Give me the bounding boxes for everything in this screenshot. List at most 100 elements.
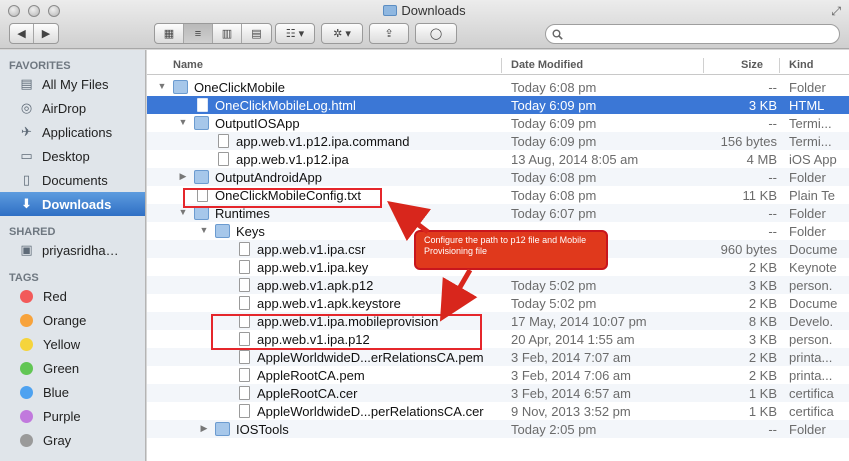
folder-icon bbox=[194, 170, 209, 184]
sidebar-item-documents[interactable]: ▯ Documents bbox=[0, 168, 145, 192]
folder-row[interactable]: ▶ OutputAndroidApp Today 6:08 pm -- Folder bbox=[147, 168, 849, 186]
coverflow-view-button[interactable]: ▤ bbox=[242, 24, 271, 43]
share-button[interactable]: ⇪ bbox=[369, 23, 409, 44]
file-row[interactable]: OneClickMobileLog.html Today 6:09 pm 3 KB H… bbox=[147, 96, 849, 114]
provisioning-files-highlight-box bbox=[211, 314, 482, 350]
downloads-icon: ⬇ bbox=[21, 196, 32, 211]
tag-item-blue[interactable]: Blue bbox=[0, 380, 145, 404]
disclosure-triangle-closed-icon[interactable]: ▶ bbox=[199, 423, 209, 434]
file-size: 11 KB bbox=[742, 188, 777, 203]
sidebar-item-all-my-files[interactable]: ▤ All My Files bbox=[0, 72, 145, 96]
favorites-heading: FAVORITES bbox=[9, 60, 71, 72]
file-row[interactable]: AppleWorldwideD...erRelationsCA.pem 3 Feb… bbox=[147, 348, 849, 366]
sidebar-item-airdrop[interactable]: ◎ AirDrop bbox=[0, 96, 145, 120]
column-divider[interactable] bbox=[703, 58, 704, 73]
tags-heading: TAGS bbox=[9, 272, 39, 284]
icon-view-button[interactable]: ▦ bbox=[155, 24, 184, 43]
column-view-button[interactable]: ▥ bbox=[213, 24, 242, 43]
file-row[interactable]: AppleRootCA.pem 3 Feb, 2014 7:06 am 2 KB pr… bbox=[147, 366, 849, 384]
file-date-modified: 20 Apr, 2014 1:55 am bbox=[511, 332, 635, 347]
tag-label: Green bbox=[43, 360, 80, 376]
size-column-header[interactable]: Size bbox=[741, 59, 763, 71]
file-name: app.web.v1.ipa.csr bbox=[257, 242, 366, 257]
name-column-header[interactable]: Name bbox=[173, 59, 203, 71]
file-size: 156 bytes bbox=[720, 134, 777, 149]
sidebar-item-label: Documents bbox=[42, 172, 108, 188]
forward-button[interactable]: ▶ bbox=[34, 24, 58, 43]
tag-item-yellow[interactable]: Yellow bbox=[0, 332, 145, 356]
file-kind: Plain Te bbox=[789, 188, 836, 203]
file-name: app.web.v1.ipa.key bbox=[257, 260, 369, 275]
file-size: -- bbox=[768, 116, 777, 131]
disclosure-triangle-open-icon[interactable]: ▼ bbox=[178, 117, 188, 127]
file-date-modified: Today 6:07 pm bbox=[511, 206, 597, 221]
back-button[interactable]: ◀ bbox=[10, 24, 34, 43]
file-date-modified: Today 6:08 pm bbox=[511, 80, 597, 95]
sidebar-item-desktop[interactable]: ▭ Desktop bbox=[0, 144, 145, 168]
fullscreen-icon[interactable]: ⤢ bbox=[831, 4, 841, 19]
file-date-modified: 3 Feb, 2014 7:07 am bbox=[511, 350, 631, 365]
folder-row[interactable]: ▼ OutputIOSApp Today 6:09 pm -- Termi... bbox=[147, 114, 849, 132]
file-row[interactable]: app.web.v1.p12.ipa 13 Aug, 2014 8:05 am 4 … bbox=[147, 150, 849, 168]
file-name: OneClickMobile bbox=[194, 80, 286, 95]
sidebar-item-downloads[interactable]: ⬇ Downloads bbox=[0, 192, 145, 216]
file-date-modified: 3 Feb, 2014 6:57 am bbox=[511, 386, 631, 401]
file-row[interactable]: AppleWorldwideD...perRelationsCA.cer 9 No… bbox=[147, 402, 849, 420]
config-file-highlight-box bbox=[183, 188, 382, 208]
applications-icon: ✈ bbox=[21, 124, 32, 139]
kind-column-header[interactable]: Kind bbox=[789, 59, 813, 71]
tag-label: Blue bbox=[43, 384, 70, 400]
sidebar: FAVORITES ▤ All My Files ◎ AirDrop ✈ Applicat… bbox=[0, 50, 146, 461]
file-size: 2 KB bbox=[748, 260, 777, 275]
file-row[interactable]: app.web.v1.p12.ipa.command Today 6:09 pm 1… bbox=[147, 132, 849, 150]
file-date-modified: Today 6:09 pm bbox=[511, 134, 597, 149]
date-column-header[interactable]: Date Modified bbox=[511, 59, 583, 71]
file-row[interactable]: AppleRootCA.cer 3 Feb, 2014 6:57 am 1 KB ce… bbox=[147, 384, 849, 402]
disclosure-triangle-open-icon[interactable]: ▼ bbox=[199, 225, 209, 235]
edit-tags-button[interactable]: ◯ bbox=[415, 23, 457, 44]
folder-row[interactable]: ▼ OneClickMobile Today 6:08 pm -- Folder bbox=[147, 78, 849, 96]
file-name: AppleRootCA.pem bbox=[257, 368, 365, 383]
file-name: AppleWorldwideD...perRelationsCA.cer bbox=[257, 404, 484, 419]
column-divider[interactable] bbox=[501, 58, 502, 73]
arrange-button[interactable]: ☷ ▾ bbox=[275, 23, 315, 44]
tag-item-gray[interactable]: Gray bbox=[0, 428, 145, 452]
sidebar-item-applications[interactable]: ✈ Applications bbox=[0, 120, 145, 144]
document-icon bbox=[218, 134, 229, 148]
tag-color-dot bbox=[20, 289, 33, 303]
disclosure-triangle-open-icon[interactable]: ▼ bbox=[157, 81, 167, 91]
file-kind: printa... bbox=[789, 350, 833, 365]
all-files-icon: ▤ bbox=[20, 76, 33, 91]
disclosure-triangle-closed-icon[interactable]: ▶ bbox=[178, 171, 188, 182]
sidebar-item-priyasridha[interactable]: ▣ priyasridha… bbox=[0, 238, 145, 262]
tag-item-red[interactable]: Red bbox=[0, 284, 145, 308]
list-view-button[interactable]: ≡ bbox=[184, 24, 213, 43]
disclosure-triangle-open-icon[interactable]: ▼ bbox=[178, 207, 188, 217]
file-row[interactable]: app.web.v1.apk.keystore Today 5:02 pm 2 KB… bbox=[147, 294, 849, 312]
desktop-icon: ▭ bbox=[20, 148, 33, 163]
sidebar-item-label: Desktop bbox=[42, 148, 90, 164]
shared-list: ▣ priyasridha… bbox=[0, 238, 145, 262]
file-name: app.web.v1.apk.p12 bbox=[257, 278, 374, 293]
tag-item-orange[interactable]: Orange bbox=[0, 308, 145, 332]
tag-item-green[interactable]: Green bbox=[0, 356, 145, 380]
column-divider[interactable] bbox=[779, 58, 780, 73]
search-input[interactable] bbox=[567, 27, 839, 41]
file-kind: iOS App bbox=[789, 152, 837, 167]
tag-item-purple[interactable]: Purple bbox=[0, 404, 145, 428]
search-field[interactable] bbox=[545, 24, 840, 44]
file-date-modified: 13 Aug, 2014 8:05 am bbox=[511, 152, 639, 167]
file-kind: Docume bbox=[789, 296, 838, 311]
tag-label: Gray bbox=[43, 432, 72, 448]
document-icon bbox=[239, 350, 250, 364]
folder-row[interactable]: ▶ IOSTools Today 2:05 pm -- Folder bbox=[147, 420, 849, 438]
documents-icon: ▯ bbox=[22, 172, 31, 187]
file-name: Runtimes bbox=[215, 206, 270, 221]
file-kind: Develo. bbox=[789, 314, 834, 329]
action-button[interactable]: ✲ ▾ bbox=[321, 23, 363, 44]
tag-color-dot bbox=[20, 337, 33, 351]
file-row[interactable]: app.web.v1.apk.p12 Today 5:02 pm 3 KB perso… bbox=[147, 276, 849, 294]
file-kind: Folder bbox=[789, 206, 826, 221]
file-size: 4 MB bbox=[746, 152, 777, 167]
annotation-callout: Configure the path to p12 file and Mobil… bbox=[414, 230, 608, 270]
